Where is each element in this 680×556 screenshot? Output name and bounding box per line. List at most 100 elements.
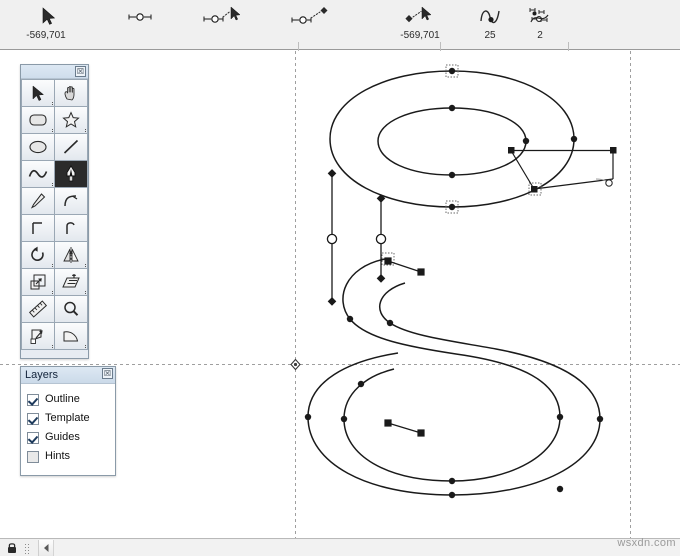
tool-submenu-dots [50, 129, 53, 132]
glyph-handle-bar-lower [384, 419, 425, 437]
layer-label-hints: Hints [45, 450, 71, 462]
layer-row-outline[interactable]: Outline [27, 390, 115, 409]
tool-submenu-dots [83, 291, 86, 294]
toolbar-separator [298, 42, 299, 51]
glyph-control-handles [326, 169, 387, 306]
toolbox-titlebar: ☒ [21, 65, 88, 79]
tool-curve[interactable] [22, 161, 54, 187]
ellipse-tool-icon [29, 140, 47, 154]
knife-tool-icon [30, 193, 46, 209]
lock-icon[interactable] [6, 541, 18, 554]
scroll-left-button[interactable] [39, 540, 54, 556]
tool-rounded-rect[interactable] [22, 107, 54, 133]
tool-knife[interactable] [22, 188, 54, 214]
skew-tool-icon [62, 274, 80, 288]
top-toolbar: -569,701 -569,701 25 2 [0, 0, 680, 51]
curve-tool-icon [28, 169, 48, 178]
layer-row-guides[interactable]: Guides [27, 428, 115, 447]
perspective-tool-icon [30, 329, 43, 344]
glyph-handle-bar-upper [384, 257, 425, 276]
layer-checkbox-outline[interactable] [27, 393, 39, 406]
layer-row-template[interactable]: Template [27, 409, 115, 428]
points-cluster-icon [508, 2, 572, 30]
tool-line[interactable] [55, 134, 87, 160]
tool-flip[interactable] [55, 242, 87, 268]
pen-tool-icon [66, 165, 76, 182]
toolbox-grid [21, 79, 88, 350]
tool-magnifier[interactable] [55, 296, 87, 322]
flip-tool-icon [63, 247, 79, 263]
origin-marker [290, 358, 301, 371]
toolbar-button-point-arrow[interactable] [190, 2, 254, 48]
tool-corner[interactable] [55, 188, 87, 214]
tool-submenu-dots [83, 264, 86, 267]
corner-tool-icon [64, 195, 78, 207]
tool-skew[interactable] [55, 269, 87, 295]
tool-submenu-dots [50, 291, 53, 294]
tool-hvcurve[interactable] [55, 215, 87, 241]
rotate-tool-icon [31, 246, 44, 261]
tool-submenu-dots [50, 102, 53, 105]
layers-close-button[interactable]: ☒ [102, 368, 113, 379]
rounded-rect-tool-icon [29, 114, 47, 126]
tangent-tool-icon [32, 222, 42, 234]
tool-ruler[interactable] [22, 296, 54, 322]
toolbar-button-pointer[interactable]: -569,701 [14, 2, 78, 48]
layers-panel-title: Layers [25, 369, 59, 381]
layer-checkbox-hints[interactable] [27, 450, 39, 463]
glyph-selected-nodes [381, 64, 542, 266]
magnifier-tool-icon [64, 301, 79, 316]
layers-titlebar: Layers ☒ [21, 367, 115, 384]
tool-submenu-dots [50, 183, 53, 186]
toolbar-button-points-cluster[interactable]: 2 [508, 2, 572, 48]
toolbox-close-button[interactable]: ☒ [75, 66, 86, 77]
layer-row-hints[interactable]: Hints [27, 447, 115, 466]
grip-icon[interactable] [24, 543, 31, 554]
toolbar-button-point-horizontal[interactable] [108, 2, 172, 48]
layers-list: Outline Template Guides Hints [21, 384, 115, 466]
toolbar-separator [440, 42, 441, 51]
layer-label-guides: Guides [45, 431, 80, 443]
tool-tangent[interactable] [22, 215, 54, 241]
tool-star[interactable] [55, 107, 87, 133]
glyph-nodes-lower [357, 380, 564, 493]
star-tool-icon [62, 111, 80, 128]
tool-pointer[interactable] [22, 80, 54, 106]
layer-checkbox-template[interactable] [27, 412, 39, 425]
tool-perspective[interactable] [22, 323, 54, 349]
tool-rotate[interactable] [22, 242, 54, 268]
toolbar-separator [568, 42, 569, 51]
pointer-tool-icon [32, 85, 45, 101]
horizontal-scrollbar[interactable] [38, 540, 680, 556]
tool-pen[interactable] [55, 161, 87, 187]
tool-submenu-dots [83, 345, 86, 348]
line-tool-icon [63, 139, 79, 154]
layer-label-outline: Outline [45, 393, 80, 405]
editor-window: -569,701 -569,701 25 2 ☒ Layers ☒ Outlin… [0, 0, 680, 556]
tool-submenu-dots [83, 129, 86, 132]
hvcurve-tool-icon [66, 222, 75, 234]
tool-shape[interactable] [55, 323, 87, 349]
point-arrow-icon [190, 2, 254, 30]
glyph-outline-paths [307, 70, 601, 496]
point-diamond-icon [280, 2, 344, 30]
shape-tool-icon [63, 331, 79, 342]
tool-submenu-dots [50, 264, 53, 267]
layer-label-template: Template [45, 412, 90, 424]
toolbar-label-pointer: -569,701 [26, 30, 66, 41]
arrow-pointer-icon [14, 2, 78, 30]
scale-tool-icon [30, 274, 46, 290]
toolbar-button-diamond-arrow[interactable]: -569,701 [388, 2, 452, 48]
glyph-nodes [304, 67, 604, 499]
tool-ellipse[interactable] [22, 134, 54, 160]
toolbar-label-points-cluster: 2 [537, 30, 543, 41]
layer-checkbox-guides[interactable] [27, 431, 39, 444]
diamond-arrow-icon [388, 2, 452, 30]
layers-panel: Layers ☒ Outline Template Guides Hints [20, 366, 116, 476]
tool-hand[interactable] [55, 80, 87, 106]
ruler-tool-icon [28, 300, 48, 318]
toolbar-label-diamond-arrow: -569,701 [400, 30, 440, 41]
tool-scale[interactable] [22, 269, 54, 295]
toolbar-button-point-diamond[interactable] [280, 2, 344, 48]
status-bar [0, 538, 680, 556]
